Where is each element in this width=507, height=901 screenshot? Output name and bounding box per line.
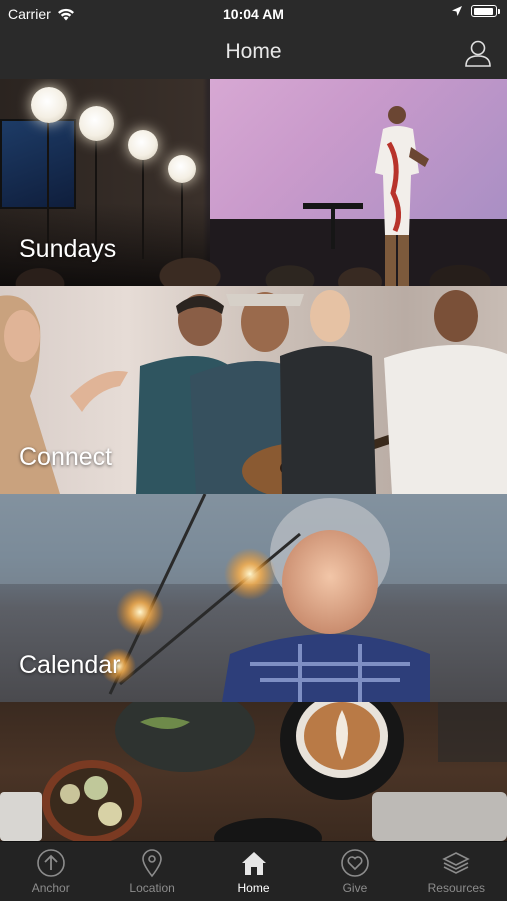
light-pole [47, 103, 49, 253]
home-icon [241, 852, 266, 875]
layers-icon [442, 852, 471, 874]
heart-circle-icon [341, 849, 369, 877]
tab-bar: Anchor Location Home Give Resources [0, 841, 507, 901]
profile-icon[interactable] [463, 38, 493, 68]
status-bar: Carrier 10:04 AM [0, 0, 507, 28]
page-title: Home [225, 40, 282, 63]
tile-label-calendar: Calendar [19, 651, 121, 679]
location-arrow-icon [452, 6, 462, 16]
arrow-up-circle-icon [36, 849, 65, 877]
tile-label-connect: Connect [19, 443, 113, 471]
stage-light [31, 87, 67, 123]
map-pin-icon [142, 849, 162, 878]
tile-label-sundays: Sundays [19, 235, 117, 263]
tile-coffee[interactable] [0, 702, 507, 841]
coffee-table-photo [0, 702, 507, 841]
stage-monitor [0, 119, 76, 209]
tab-anchor[interactable]: Anchor [0, 842, 101, 901]
tab-label: Home [237, 881, 270, 895]
stage-light [79, 106, 114, 141]
tab-label: Resources [427, 881, 485, 895]
stage-screen [210, 79, 507, 219]
tile-calendar[interactable]: Calendar [0, 494, 507, 702]
status-time: 10:04 AM [223, 6, 284, 22]
tab-label: Location [129, 881, 175, 895]
tab-label: Anchor [31, 881, 70, 895]
battery-fill [473, 7, 493, 15]
stage-light [128, 130, 158, 160]
tab-resources[interactable]: Resources [406, 842, 507, 901]
tab-home[interactable]: Home [203, 842, 304, 901]
tab-give[interactable]: Give [304, 842, 405, 901]
tile-sundays[interactable]: Sundays [0, 79, 507, 286]
stage-light [168, 155, 196, 183]
nav-bar: Home [0, 28, 507, 79]
tab-location[interactable]: Location [101, 842, 202, 901]
battery-icon [471, 5, 500, 17]
tile-connect[interactable]: Connect [0, 286, 507, 494]
tab-label: Give [342, 881, 368, 895]
status-right [451, 5, 500, 17]
